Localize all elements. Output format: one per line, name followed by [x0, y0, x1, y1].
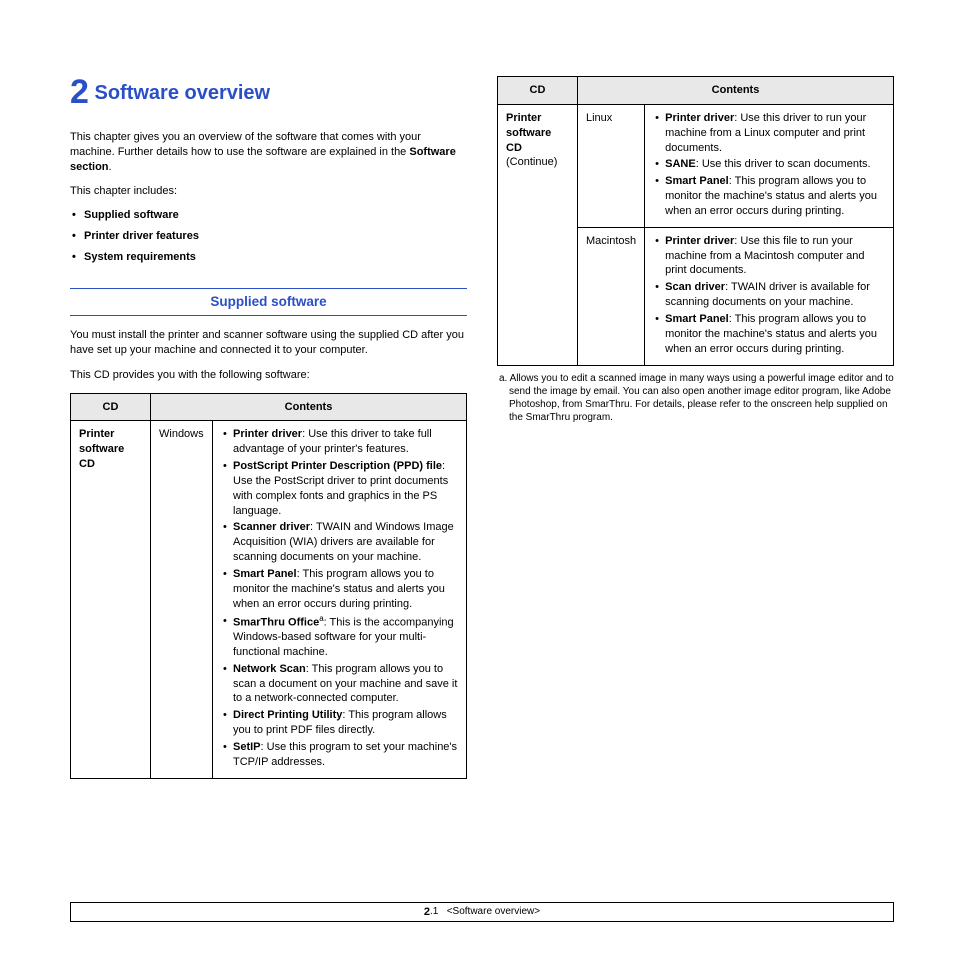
chapter-toc: Supplied software Printer driver feature… — [70, 205, 467, 268]
software-item: Printer driver: Use this driver to take … — [233, 427, 458, 459]
includes-label: This chapter includes: — [70, 184, 467, 199]
table-header: Contents — [151, 393, 467, 421]
software-item: SmarThru Officea: This is the accompanyi… — [233, 614, 458, 662]
left-column: 2 Software overview This chapter gives y… — [70, 70, 467, 779]
toc-item: Printer driver features — [70, 226, 467, 247]
intro-paragraph: This chapter gives you an overview of th… — [70, 130, 467, 175]
chapter-number: 2 — [70, 73, 89, 111]
footnote: a. Allows you to edit a scanned image in… — [497, 366, 894, 424]
table-header: CD — [71, 393, 151, 421]
toc-item: System requirements — [70, 247, 467, 268]
software-item: SetIP: Use this program to set your mach… — [233, 740, 458, 772]
cd-name-cell: Printer software CD — [71, 421, 151, 778]
software-item: Smart Panel: This program allows you to … — [233, 567, 458, 614]
chapter-title: 2 Software overview — [70, 70, 467, 116]
software-item: PostScript Printer Description (PPD) fil… — [233, 459, 458, 520]
os-cell: Linux — [578, 104, 645, 227]
chapter-title-text: Software overview — [94, 82, 270, 104]
software-table-left: CD Contents Printer software CD Windows … — [70, 393, 467, 779]
software-item: Scanner driver: TWAIN and Windows Image … — [233, 520, 458, 567]
section-paragraph: This CD provides you with the following … — [70, 368, 467, 383]
page-footer: 2.1 <Software overview> — [70, 902, 894, 922]
page-number: .1 — [430, 905, 438, 919]
software-item: Printer driver: Use this driver to run y… — [665, 111, 885, 158]
footer-crumb: <Software overview> — [447, 905, 540, 919]
cd-name-cell: Printer software CD (Continue) — [498, 104, 578, 365]
software-item: Smart Panel: This program allows you to … — [665, 312, 885, 359]
software-item: Scan driver: TWAIN driver is available f… — [665, 280, 885, 312]
software-item: Printer driver: Use this file to run you… — [665, 234, 885, 281]
contents-cell: Printer driver: Use this driver to run y… — [645, 104, 894, 227]
software-item: Direct Printing Utility: This program al… — [233, 708, 458, 740]
software-item: Smart Panel: This program allows you to … — [665, 174, 885, 221]
software-table-right: CD Contents Printer software CD (Continu… — [497, 76, 894, 366]
contents-cell: Printer driver: Use this file to run you… — [645, 227, 894, 365]
table-header: CD — [498, 77, 578, 105]
contents-cell: Printer driver: Use this driver to take … — [213, 421, 467, 778]
right-column: CD Contents Printer software CD (Continu… — [497, 70, 894, 779]
os-cell: Macintosh — [578, 227, 645, 365]
os-cell: Windows — [151, 421, 213, 778]
software-item: SANE: Use this driver to scan documents. — [665, 157, 885, 174]
software-item: Network Scan: This program allows you to… — [233, 662, 458, 709]
section-paragraph: You must install the printer and scanner… — [70, 328, 467, 358]
toc-item: Supplied software — [70, 205, 467, 226]
section-heading: Supplied software — [70, 288, 467, 316]
table-header: Contents — [578, 77, 894, 105]
